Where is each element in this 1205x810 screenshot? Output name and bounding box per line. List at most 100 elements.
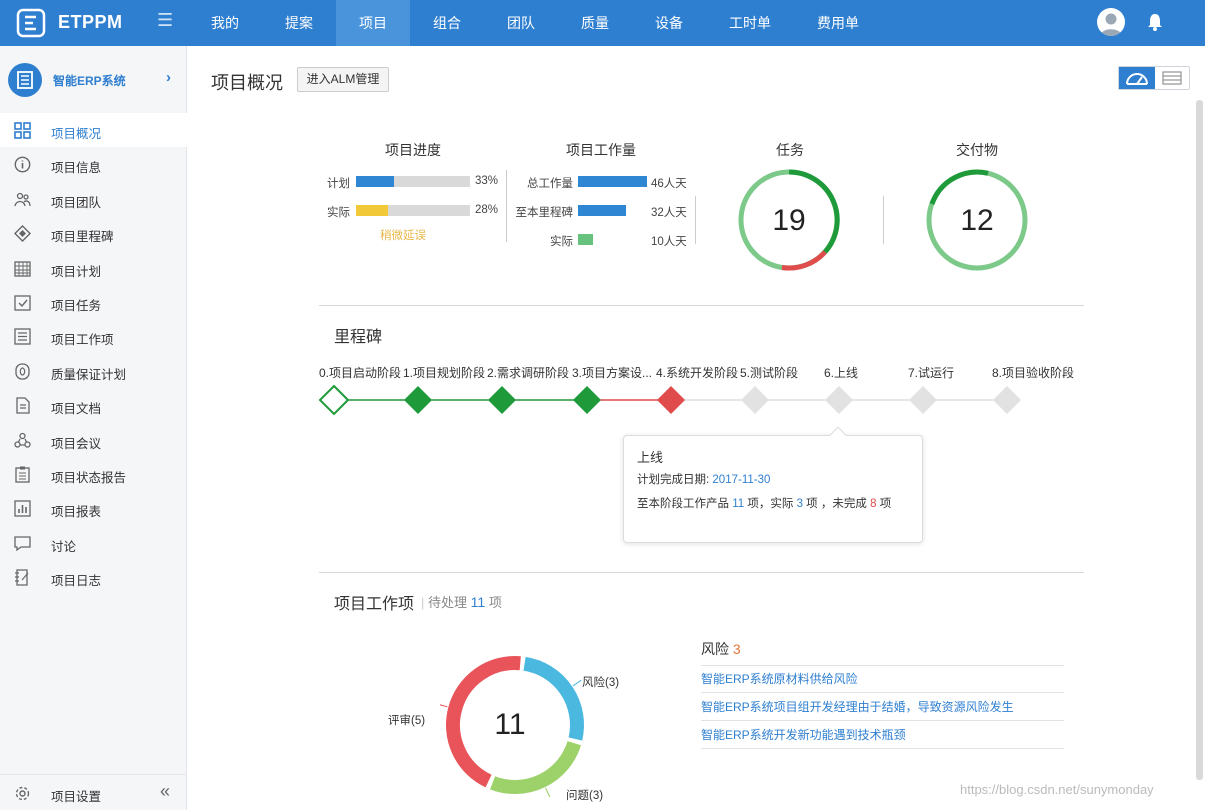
nav-item-expense[interactable]: 费用单 [794, 0, 882, 46]
user-avatar[interactable] [1097, 8, 1125, 36]
tooltip-products-prefix: 至本阶段工作产品 [637, 498, 729, 510]
milestone-label: 1.项目规划阶段 [403, 366, 486, 380]
workload-total-label: 总工作量 [527, 178, 573, 190]
sidebar-item-report[interactable]: 项目报表 [0, 491, 187, 525]
tasks-title: 任务 [776, 142, 804, 158]
actual-progress-bar [356, 205, 470, 216]
work-items-pending: | 待处理 11 项 [421, 594, 502, 610]
tasks-count: 19 [772, 204, 806, 237]
tooltip-products-suffix: 项 [879, 498, 892, 510]
sidebar-item-info[interactable]: 项目信息 [0, 147, 187, 181]
nav-item-timesheet[interactable]: 工时单 [706, 0, 794, 46]
donut-slice-1[interactable] [490, 740, 581, 794]
nav-item-team[interactable]: 团队 [484, 0, 558, 46]
enter-alm-button[interactable]: 进入ALM管理 [297, 67, 389, 92]
sidebar-item-team[interactable]: 项目团队 [0, 182, 187, 216]
tooltip-date-label: 计划完成日期: [637, 474, 710, 486]
sidebar-item-task[interactable]: 项目任务 [0, 285, 187, 319]
tooltip-products-open: 8 [870, 498, 877, 510]
milestone-marker[interactable] [825, 386, 853, 414]
dashboard-view-button[interactable] [1119, 67, 1155, 89]
milestone-label: 7.试运行 [908, 366, 955, 380]
sidebar-item-label: 项目信息 [51, 161, 102, 176]
main-nav: 我的 提案 项目 组合 团队 质量 设备 工时单 费用单 [188, 0, 882, 46]
work-items-title: 项目工作项 [334, 596, 415, 613]
milestone-label: 2.需求调研阶段 [487, 366, 570, 380]
sidebar-item-status-report[interactable]: 项目状态报告 [0, 457, 187, 491]
milestone-marker[interactable] [573, 386, 601, 414]
scrollbar[interactable] [1196, 100, 1203, 780]
milestone-label: 0.项目启动阶段 [319, 366, 402, 380]
team-icon [14, 192, 31, 206]
sidebar-item-label: 项目里程碑 [51, 230, 114, 245]
workload-actual-label: 实际 [550, 236, 573, 248]
sidebar-item-log[interactable]: 项目日志 [0, 560, 187, 594]
workload-actual-value: 10人天 [651, 236, 687, 248]
workload-actual-bar [578, 234, 593, 245]
plan-value: 33% [475, 175, 499, 187]
divider [883, 196, 884, 244]
sidebar-item-label: 质量保证计划 [51, 367, 127, 382]
list-icon [14, 328, 31, 345]
progress-title: 项目进度 [385, 142, 441, 158]
risk-item[interactable]: 智能ERP系统开发新功能遇到技术瓶颈 [701, 721, 1064, 749]
comment-icon [14, 536, 31, 551]
sidebar-item-meeting[interactable]: 项目会议 [0, 423, 187, 457]
sidebar-item-label: 项目报表 [51, 505, 102, 520]
sidebar-item-quality-plan[interactable]: 质量保证计划 [0, 354, 187, 388]
bell-icon[interactable] [1146, 12, 1164, 32]
sidebar-item-milestone[interactable]: 项目里程碑 [0, 216, 187, 250]
quality-icon [15, 363, 30, 380]
nav-item-equipment[interactable]: 设备 [632, 0, 706, 46]
app-logo-icon[interactable] [16, 8, 46, 38]
milestone-marker[interactable] [318, 384, 350, 416]
nav-item-mine[interactable]: 我的 [188, 0, 262, 46]
nav-item-project[interactable]: 项目 [336, 0, 410, 46]
sidebar-item-work-item[interactable]: 项目工作项 [0, 319, 187, 353]
milestone-marker[interactable] [488, 386, 516, 414]
donut-leader-line-2 [440, 704, 448, 708]
tooltip-products-line: 至本阶段工作产品 11 项，实际 3 项 ，未完成 8 项 [637, 495, 891, 511]
menu-icon[interactable]: ☰ [157, 10, 173, 31]
milestone-marker[interactable] [909, 386, 937, 414]
dashboard-icon [1126, 73, 1148, 85]
milestone-label: 6.上线 [824, 366, 859, 380]
sidebar-item-label: 项目工作项 [51, 333, 114, 348]
sidebar-item-document[interactable]: 项目文档 [0, 388, 187, 422]
sidebar-item-label: 项目团队 [51, 195, 102, 210]
milestone-label: 8.项目验收阶段 [992, 366, 1075, 380]
collapse-sidebar-icon[interactable]: « [160, 781, 170, 802]
sidebar-item-plan[interactable]: 项目计划 [0, 251, 187, 285]
chevron-right-icon[interactable]: › [166, 69, 171, 86]
workload-title: 项目工作量 [566, 142, 636, 158]
risk-item[interactable]: 智能ERP系统原材料供给风险 [701, 665, 1064, 693]
info-icon [14, 156, 31, 173]
nav-item-proposal[interactable]: 提案 [262, 0, 336, 46]
system-switcher[interactable]: 智能ERP系统 › [0, 46, 187, 112]
page-title: 项目概况 [211, 73, 283, 93]
work-items-total: 11 [494, 708, 526, 741]
sidebar-item-label: 项目日志 [51, 574, 102, 589]
sidebar-item-label: 项目任务 [51, 298, 102, 313]
actual-value: 28% [475, 204, 499, 216]
pending-unit: 项 [488, 595, 502, 610]
sidebar-item-label: 项目会议 [51, 436, 102, 451]
sidebar-item-overview[interactable]: 项目概况 [0, 113, 187, 148]
pending-label: 待处理 [428, 595, 468, 610]
nav-item-quality[interactable]: 质量 [558, 0, 632, 46]
sidebar-item-discussion[interactable]: 讨论 [0, 526, 187, 560]
milestone-marker[interactable] [993, 386, 1021, 414]
sidebar-settings[interactable]: 项目设置 « [0, 774, 187, 810]
calendar-icon [14, 260, 31, 277]
section-divider [319, 305, 1084, 306]
workload-milestone-value: 32人天 [651, 207, 687, 219]
watermark: https://blog.csdn.net/sunymonday [960, 782, 1154, 797]
list-view-button[interactable] [1155, 67, 1189, 89]
donut-label-review: 评审(5) [388, 715, 426, 727]
nav-item-portfolio[interactable]: 组合 [410, 0, 484, 46]
risk-item[interactable]: 智能ERP系统项目组开发经理由于结婚，导致资源风险发生 [701, 693, 1064, 721]
milestone-marker[interactable] [657, 386, 685, 414]
milestone-marker[interactable] [741, 386, 769, 414]
milestone-marker[interactable] [404, 386, 432, 414]
milestone-icon [14, 225, 31, 243]
